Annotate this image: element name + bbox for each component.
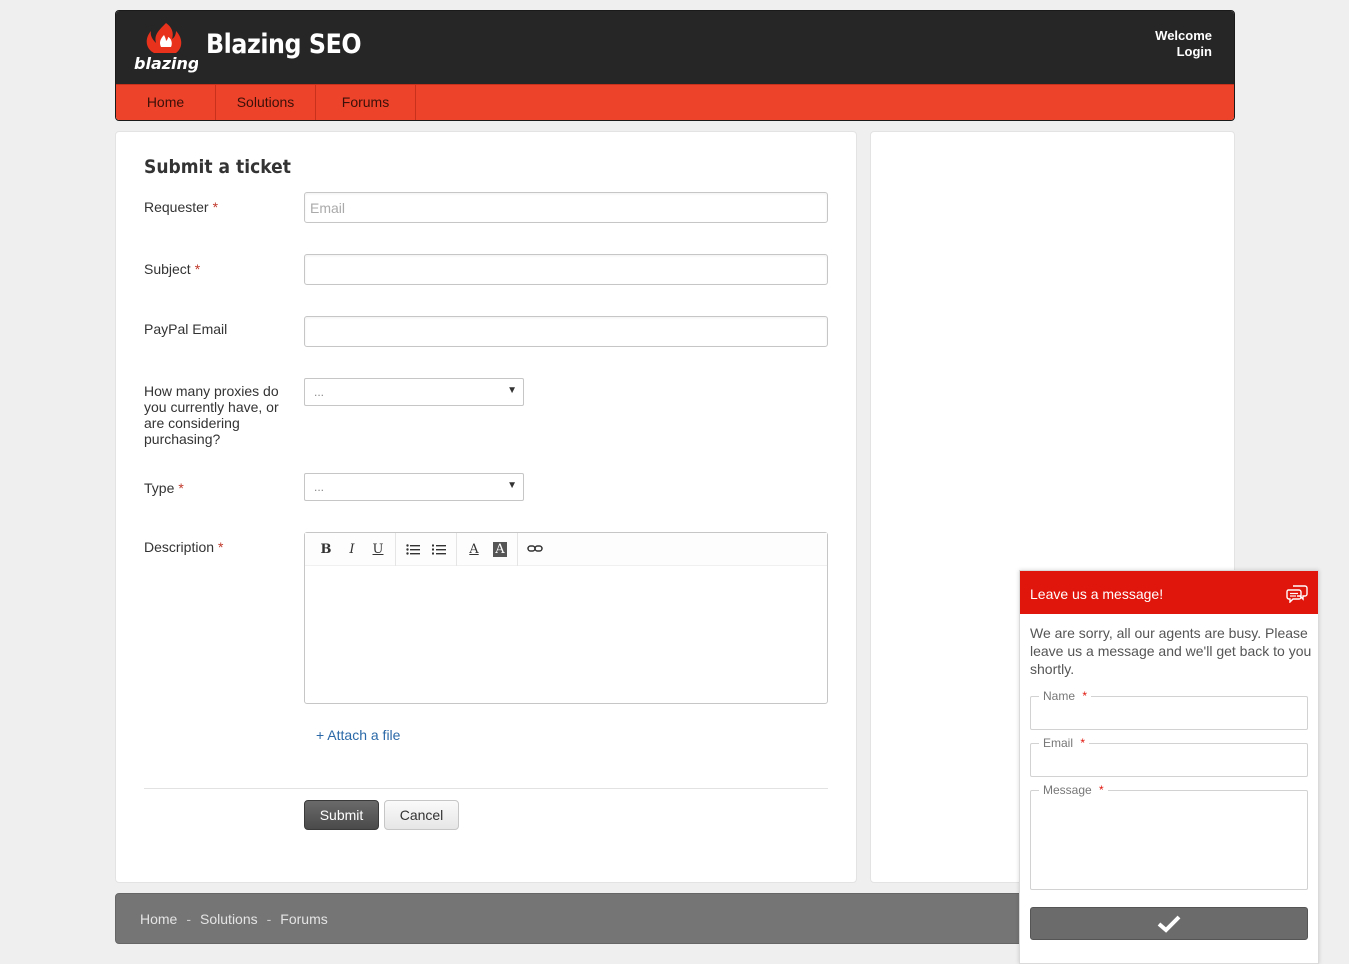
- proxies-label: How many proxies do you currently have, …: [144, 383, 279, 447]
- requester-email-input[interactable]: [304, 192, 828, 223]
- chat-message-label: Message *: [1039, 783, 1108, 797]
- nav-solutions[interactable]: Solutions: [216, 85, 316, 120]
- required-marker: *: [212, 199, 219, 215]
- attach-file-link[interactable]: + Attach a file: [316, 727, 400, 743]
- site-header: blazing Blazing SEO Welcome Login Home S…: [115, 10, 1235, 121]
- type-select[interactable]: ... ▼: [304, 473, 524, 501]
- description-editor: B I U A A: [304, 532, 828, 704]
- bullet-list-icon[interactable]: [400, 538, 426, 560]
- chat-bubbles-icon[interactable]: [1286, 583, 1308, 603]
- highlight-button[interactable]: A: [487, 538, 513, 560]
- required-marker: *: [178, 480, 184, 496]
- svg-text:blazing: blazing: [134, 54, 198, 73]
- footer-link-home[interactable]: Home: [140, 911, 177, 927]
- editor-toolbar: B I U A A: [305, 532, 827, 566]
- login-link[interactable]: Login: [1155, 44, 1212, 60]
- header-bar: blazing Blazing SEO Welcome Login: [116, 11, 1234, 84]
- underline-button[interactable]: U: [365, 538, 391, 560]
- chat-name-label: Name *: [1039, 689, 1092, 703]
- checkmark-icon: [1157, 915, 1181, 933]
- subject-label: Subject *: [144, 261, 201, 277]
- cancel-button[interactable]: Cancel: [384, 800, 459, 830]
- subject-input[interactable]: [304, 254, 828, 285]
- description-textarea[interactable]: [305, 566, 827, 703]
- description-label: Description *: [144, 539, 224, 555]
- paypal-email-input[interactable]: [304, 316, 828, 347]
- chat-header[interactable]: Leave us a message!: [1020, 571, 1318, 614]
- footer-separator: -: [186, 910, 192, 927]
- form-divider: [144, 788, 828, 789]
- proxies-select-value: ...: [314, 385, 325, 399]
- toolbar-divider: [517, 532, 518, 566]
- chat-message-field[interactable]: Message *: [1030, 783, 1308, 890]
- chat-name-field[interactable]: Name *: [1030, 689, 1308, 730]
- chat-send-button[interactable]: [1030, 907, 1308, 940]
- italic-button[interactable]: I: [339, 538, 365, 560]
- chat-busy-message: We are sorry, all our agents are busy. P…: [1030, 625, 1312, 677]
- footer-link-forums[interactable]: Forums: [280, 911, 327, 927]
- welcome-link[interactable]: Welcome: [1155, 28, 1212, 44]
- toolbar-divider: [456, 532, 457, 566]
- chat-email-field[interactable]: Email *: [1030, 736, 1308, 777]
- required-marker: *: [218, 539, 224, 555]
- blazing-logo[interactable]: blazing: [132, 21, 198, 75]
- chat-email-label: Email *: [1039, 736, 1090, 750]
- ticket-form-panel: Submit a ticket Requester* Subject* PayP…: [115, 131, 857, 883]
- requester-label: Requester *: [144, 199, 219, 215]
- proxies-select[interactable]: ... ▼: [304, 378, 524, 406]
- type-label: Type *: [144, 480, 184, 496]
- link-icon[interactable]: [522, 538, 548, 560]
- nav-forums[interactable]: Forums: [316, 85, 416, 120]
- type-select-value: ...: [314, 480, 325, 494]
- chat-title: Leave us a message!: [1030, 586, 1164, 602]
- footer-separator: -: [266, 910, 272, 927]
- numbered-list-icon[interactable]: [426, 538, 452, 560]
- required-marker: *: [194, 261, 201, 277]
- dropdown-arrow-icon: ▼: [507, 480, 517, 491]
- brand-name: Blazing SEO: [206, 29, 362, 60]
- user-links: Welcome Login: [1155, 28, 1212, 60]
- chat-widget: Leave us a message! We are sorry, all ou…: [1019, 570, 1319, 964]
- dropdown-arrow-icon: ▼: [507, 385, 517, 396]
- font-color-button[interactable]: A: [461, 538, 487, 560]
- paypal-email-label: PayPal Email: [144, 321, 228, 337]
- submit-button[interactable]: Submit: [304, 800, 379, 830]
- nav-home[interactable]: Home: [116, 85, 216, 120]
- bold-button[interactable]: B: [313, 538, 339, 560]
- page-title: Submit a ticket: [144, 156, 291, 178]
- main-nav: Home Solutions Forums: [116, 84, 1234, 120]
- toolbar-divider: [395, 532, 396, 566]
- footer-link-solutions[interactable]: Solutions: [200, 911, 258, 927]
